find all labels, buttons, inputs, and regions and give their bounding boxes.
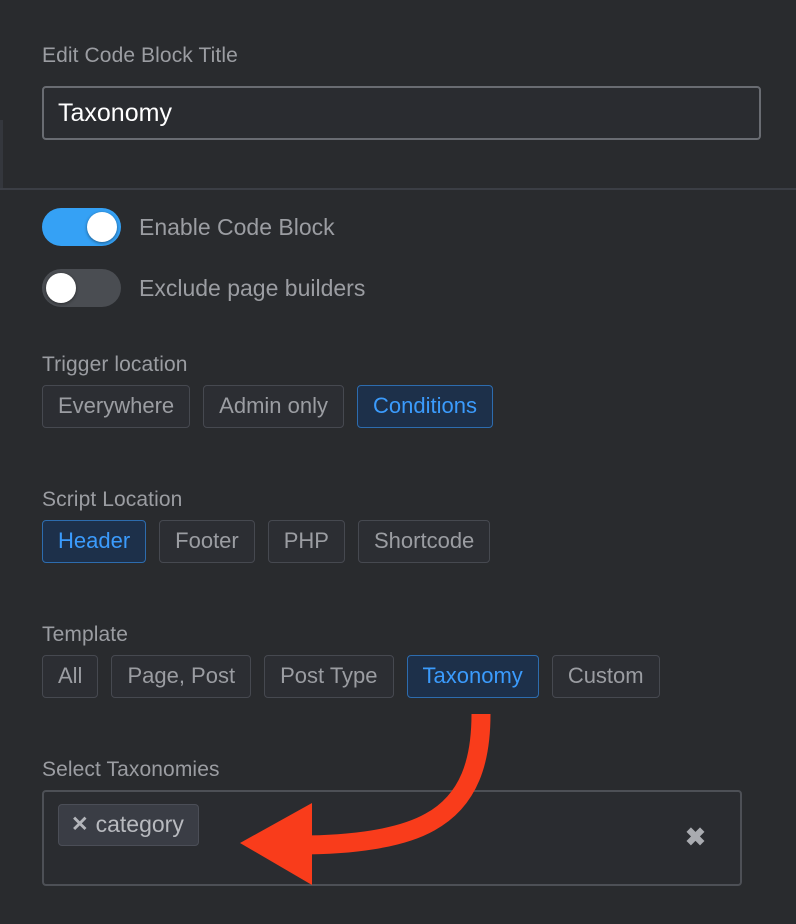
template-option-post-type[interactable]: Post Type <box>264 655 394 698</box>
exclude-page-builders-label: Exclude page builders <box>139 274 366 301</box>
left-rail-divider <box>0 120 3 189</box>
clear-all-icon[interactable]: ✖ <box>685 825 706 851</box>
taxonomy-chip-category[interactable]: ✕ category <box>58 804 199 846</box>
exclude-page-builders-row: Exclude page builders <box>42 269 365 307</box>
script-option-header[interactable]: Header <box>42 520 147 563</box>
script-location-options: Header Footer PHP Shortcode <box>42 520 491 563</box>
trigger-option-everywhere[interactable]: Everywhere <box>42 385 191 428</box>
script-option-footer[interactable]: Footer <box>159 520 255 563</box>
trigger-option-conditions[interactable]: Conditions <box>357 385 493 428</box>
title-section: Edit Code Block Title <box>0 0 796 189</box>
template-option-taxonomy[interactable]: Taxonomy <box>406 655 539 698</box>
page-title: Edit Code Block Title <box>42 44 238 67</box>
code-block-title-input[interactable] <box>42 86 761 140</box>
exclude-page-builders-toggle[interactable] <box>42 269 121 307</box>
enable-code-block-label: Enable Code Block <box>139 213 335 240</box>
script-location-label: Script Location <box>42 488 183 511</box>
chip-label: category <box>95 811 184 837</box>
trigger-location-options: Everywhere Admin only Conditions <box>42 385 493 428</box>
enable-code-block-toggle[interactable] <box>42 208 121 246</box>
select-taxonomies-label: Select Taxonomies <box>42 758 220 781</box>
template-option-custom[interactable]: Custom <box>551 655 660 698</box>
toggle-knob-icon <box>46 273 76 303</box>
script-location-group: Script Location Header Footer PHP Shortc… <box>42 487 491 563</box>
template-label: Template <box>42 623 129 646</box>
enable-code-block-row: Enable Code Block <box>42 208 335 246</box>
trigger-location-label: Trigger location <box>42 353 188 376</box>
script-option-php[interactable]: PHP <box>267 520 345 563</box>
template-options: All Page, Post Post Type Taxonomy Custom <box>42 655 660 698</box>
template-option-page-post[interactable]: Page, Post <box>111 655 252 698</box>
taxonomies-select-input[interactable]: ✕ category ✖ <box>42 790 742 886</box>
trigger-option-admin-only[interactable]: Admin only <box>203 385 344 428</box>
code-block-settings-panel: Edit Code Block Title Enable Code Block … <box>0 0 796 924</box>
chip-remove-icon[interactable]: ✕ <box>71 814 89 835</box>
template-group: Template All Page, Post Post Type Taxono… <box>42 622 660 698</box>
trigger-location-group: Trigger location Everywhere Admin only C… <box>42 352 493 428</box>
toggle-knob-icon <box>87 212 117 242</box>
settings-body: Enable Code Block Exclude page builders … <box>0 190 796 924</box>
select-taxonomies-group: Select Taxonomies ✕ category ✖ <box>42 757 742 886</box>
script-option-shortcode[interactable]: Shortcode <box>358 520 491 563</box>
template-option-all[interactable]: All <box>42 655 99 698</box>
